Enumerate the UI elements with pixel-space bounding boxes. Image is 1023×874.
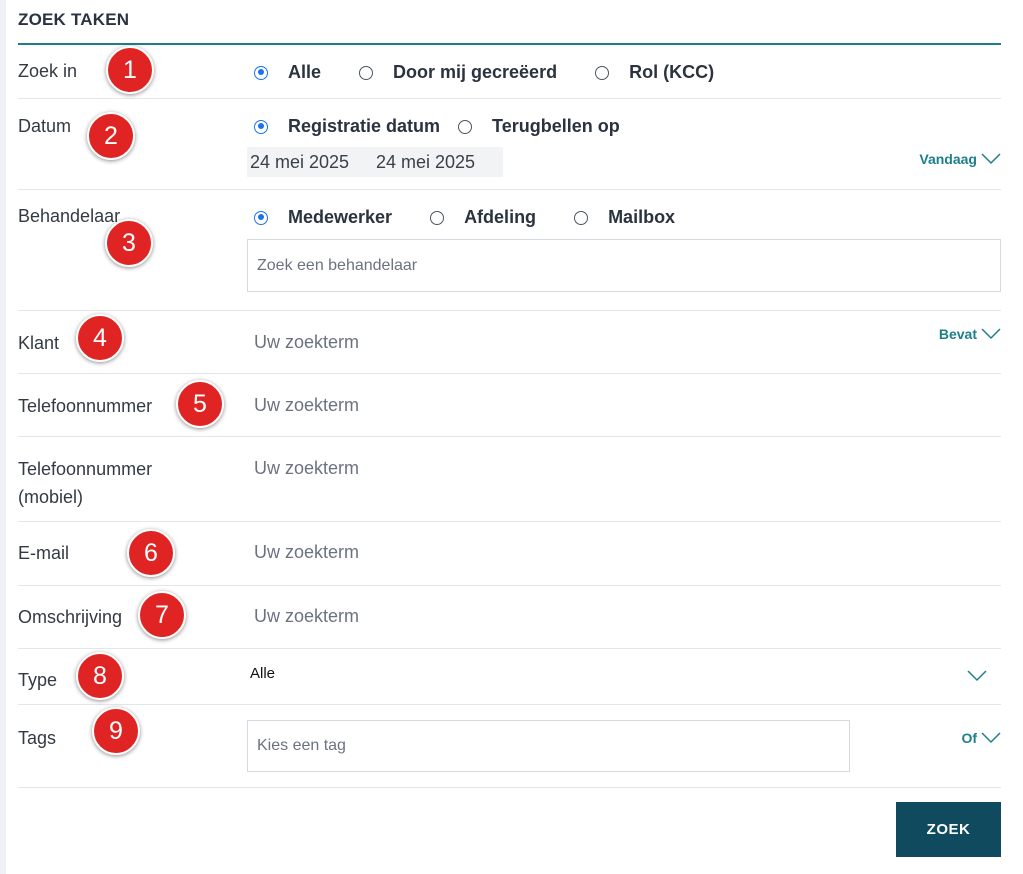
datum-radio-group: Registratie datum Terugbellen op bbox=[254, 116, 640, 137]
annotation-badge-6: 6 bbox=[127, 529, 175, 577]
label-tags: Tags bbox=[18, 728, 57, 748]
radio-dot-icon bbox=[254, 119, 268, 134]
radio-alle-label: Alle bbox=[288, 62, 322, 82]
chevron-down-icon bbox=[981, 153, 1001, 165]
klant-match-label: Bevat bbox=[938, 326, 977, 342]
tags-input[interactable]: Kies een tag bbox=[247, 720, 850, 772]
klant-match-dropdown[interactable]: Bevat bbox=[939, 326, 1001, 342]
annotation-badge-7: 7 bbox=[138, 591, 186, 639]
label-klant: Klant bbox=[18, 333, 60, 353]
label-type: Type bbox=[18, 670, 58, 690]
search-button[interactable]: ZOEK bbox=[896, 802, 1001, 857]
radio-registratie-label: Registratie datum bbox=[288, 116, 441, 136]
chevron-down-icon[interactable] bbox=[967, 670, 987, 682]
radio-registratie-datum[interactable]: Registratie datum bbox=[254, 116, 440, 137]
telefoonnummer-input[interactable]: Uw zoekterm bbox=[254, 395, 359, 416]
radio-rol-label: Rol (KCC) bbox=[629, 62, 715, 82]
row-zoek-in: Zoek in Alle Door mij gecreëerd Rol (KCC… bbox=[18, 45, 1001, 99]
zoek-in-radio-group: Alle Door mij gecreëerd Rol (KCC) bbox=[254, 62, 734, 83]
label-behandelaar: Behandelaar bbox=[18, 206, 121, 226]
date-range-label: Vandaag bbox=[919, 151, 977, 167]
row-datum: Datum Registratie datum Terugbellen op 2… bbox=[18, 99, 1001, 190]
behandelaar-search-input[interactable]: Zoek een behandelaar bbox=[247, 239, 1001, 292]
telefoonnummer-mobiel-input[interactable]: Uw zoekterm bbox=[254, 458, 359, 479]
radio-afdeling-label: Afdeling bbox=[464, 207, 537, 227]
klant-input[interactable]: Uw zoekterm bbox=[254, 332, 359, 353]
radio-medewerker[interactable]: Medewerker bbox=[254, 207, 392, 228]
date-from-input[interactable]: 24 mei 2025 bbox=[247, 147, 377, 177]
label-datum: Datum bbox=[18, 116, 72, 136]
label-mobiel-line1: Telefoonnummer bbox=[18, 459, 153, 479]
row-tags: Tags Kies een tag Of bbox=[18, 705, 1001, 788]
annotation-badge-3: 3 bbox=[105, 219, 153, 267]
radio-afdeling[interactable]: Afdeling bbox=[430, 207, 536, 228]
omschrijving-input[interactable]: Uw zoekterm bbox=[254, 606, 359, 627]
tags-logic-dropdown[interactable]: Of bbox=[961, 730, 1001, 746]
radio-dot-icon bbox=[359, 65, 374, 80]
panel-title: ZOEK TAKEN bbox=[18, 0, 1001, 45]
radio-mailbox-label: Mailbox bbox=[608, 207, 676, 227]
row-type: Type Alle bbox=[18, 649, 1001, 705]
email-input[interactable]: Uw zoekterm bbox=[254, 542, 359, 563]
label-telefoonnummer-mobiel: Telefoonnummer (mobiel) bbox=[18, 456, 152, 510]
annotation-badge-5: 5 bbox=[176, 380, 224, 428]
radio-door-mij-gecreeerd[interactable]: Door mij gecreëerd bbox=[359, 62, 557, 83]
radio-dot-icon bbox=[254, 210, 268, 225]
label-omschrijving: Omschrijving bbox=[18, 607, 123, 627]
radio-rol-kcc[interactable]: Rol (KCC) bbox=[595, 62, 714, 83]
row-telefoonnummer-mobiel: Telefoonnummer (mobiel) Uw zoekterm bbox=[18, 437, 1001, 522]
radio-dot-icon bbox=[254, 65, 268, 80]
date-to-input[interactable]: 24 mei 2025 bbox=[373, 147, 503, 177]
label-telefoonnummer: Telefoonnummer bbox=[18, 396, 153, 416]
row-klant: Klant Uw zoekterm Bevat bbox=[18, 311, 1001, 374]
label-zoek-in: Zoek in bbox=[18, 61, 78, 81]
radio-dot-icon bbox=[595, 65, 610, 80]
search-tasks-panel: ZOEK TAKEN Zoek in Alle Door mij gecreëe… bbox=[18, 0, 1001, 788]
date-range-dropdown[interactable]: Vandaag bbox=[919, 151, 1001, 167]
left-edge-bar bbox=[0, 0, 6, 874]
radio-terugbellen-op[interactable]: Terugbellen op bbox=[458, 116, 620, 137]
row-behandelaar: Behandelaar Medewerker Afdeling Mailbox … bbox=[18, 190, 1001, 311]
annotation-badge-1: 1 bbox=[106, 46, 154, 94]
radio-mailbox[interactable]: Mailbox bbox=[574, 207, 675, 228]
label-mobiel-line2: (mobiel) bbox=[18, 487, 84, 507]
radio-medewerker-label: Medewerker bbox=[288, 207, 393, 227]
radio-dot-icon bbox=[574, 210, 589, 225]
radio-terugbellen-label: Terugbellen op bbox=[492, 116, 620, 136]
row-telefoonnummer: Telefoonnummer Uw zoekterm bbox=[18, 374, 1001, 437]
type-select-value[interactable]: Alle bbox=[250, 665, 275, 682]
radio-door-mij-label: Door mij gecreëerd bbox=[393, 62, 558, 82]
behandelaar-radio-group: Medewerker Afdeling Mailbox bbox=[254, 207, 695, 228]
radio-dot-icon bbox=[430, 210, 445, 225]
annotation-badge-4: 4 bbox=[76, 314, 124, 362]
radio-dot-icon bbox=[458, 119, 473, 134]
annotation-badge-2: 2 bbox=[87, 112, 135, 160]
label-email: E-mail bbox=[18, 543, 70, 563]
chevron-down-icon bbox=[981, 328, 1001, 340]
annotation-badge-9: 9 bbox=[92, 707, 140, 755]
radio-alle[interactable]: Alle bbox=[254, 62, 321, 83]
annotation-badge-8: 8 bbox=[76, 652, 124, 700]
chevron-down-icon bbox=[981, 732, 1001, 744]
tags-logic-label: Of bbox=[961, 730, 977, 746]
